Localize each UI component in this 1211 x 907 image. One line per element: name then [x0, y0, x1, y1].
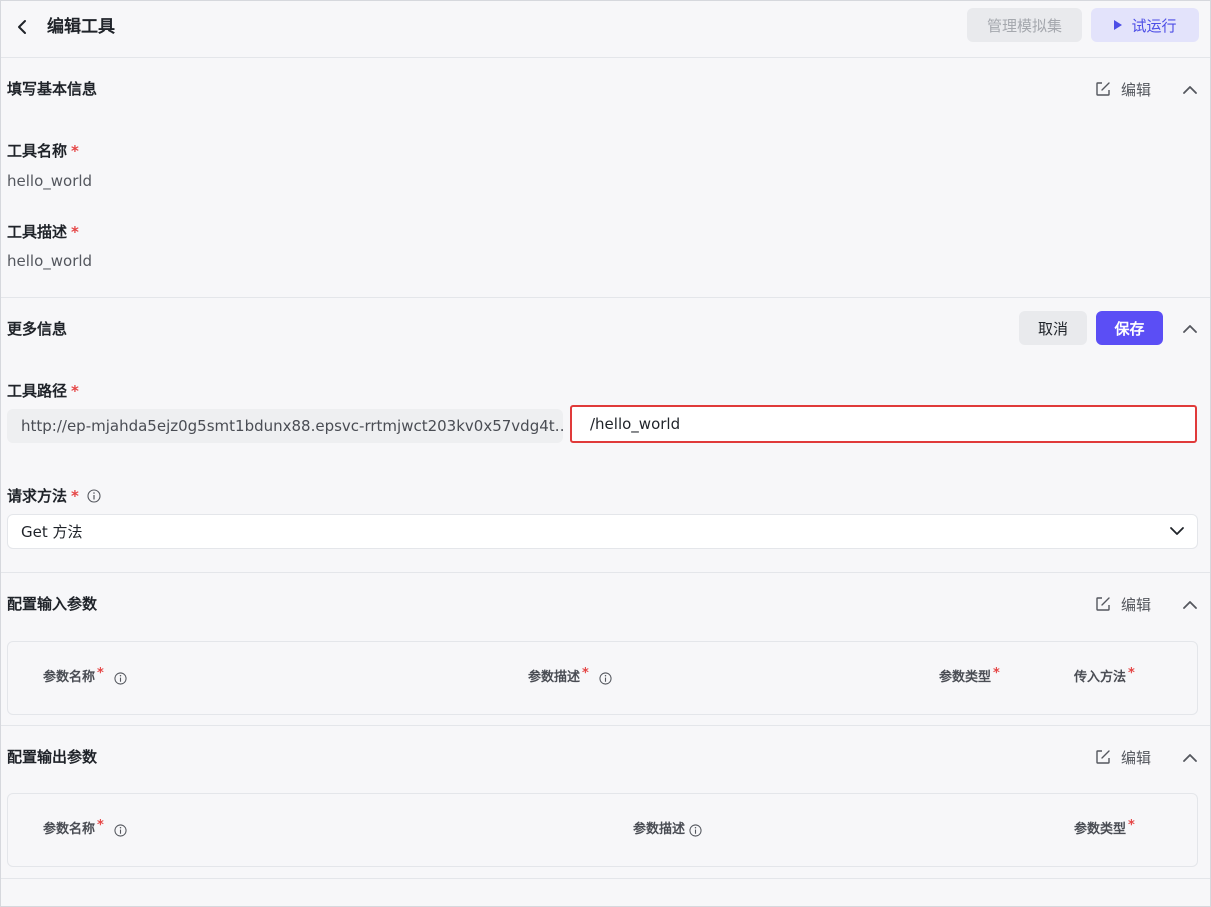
required-mark: * — [71, 487, 79, 505]
cancel-label: 取消 — [1037, 319, 1068, 338]
chevron-up-icon — [1183, 86, 1197, 94]
required-mark: * — [97, 666, 104, 681]
output-params-table: 参数名称 * 参数描述 参数类型 * — [7, 793, 1198, 867]
tool-name-label-text: 工具名称 — [7, 142, 68, 160]
basic-info-edit-button[interactable]: 编辑 — [1095, 79, 1151, 99]
basic-info-title: 填写基本信息 — [7, 80, 98, 98]
input-params-edit-button[interactable]: 编辑 — [1095, 594, 1151, 614]
input-params-table: 参数名称 * 参数描述 * 参数类型 * 传入方法 * — [7, 641, 1198, 715]
cancel-button[interactable]: 取消 — [1019, 311, 1087, 345]
info-icon[interactable] — [689, 823, 702, 837]
request-method-label-text: 请求方法 — [7, 487, 68, 505]
tool-path-input[interactable] — [570, 405, 1197, 443]
section-divider — [1, 572, 1210, 573]
column-header-param-type: 参数类型 * — [939, 666, 1000, 687]
manage-mock-set-button[interactable]: 管理模拟集 — [967, 8, 1082, 42]
tool-name-value: hello_world — [7, 172, 93, 190]
request-method-select[interactable]: Get 方法 — [7, 514, 1198, 549]
column-header-param-name: 参数名称 * — [43, 818, 127, 839]
output-params-title: 配置输出参数 — [7, 748, 98, 766]
tool-path-label-text: 工具路径 — [7, 382, 68, 400]
more-info-title: 更多信息 — [7, 320, 68, 338]
url-prefix-display: http://ep-mjahda5ejz0g5smt1bdunx88.epsvc… — [7, 409, 563, 443]
column-header-param-desc: 参数描述 — [633, 821, 702, 839]
required-mark: * — [97, 818, 104, 833]
section-divider — [1, 297, 1210, 298]
manage-mock-set-label: 管理模拟集 — [986, 16, 1062, 35]
tool-desc-label-text: 工具描述 — [7, 223, 68, 241]
output-params-collapse-button[interactable] — [1180, 748, 1200, 768]
edit-icon — [1096, 82, 1110, 96]
required-mark: * — [71, 223, 79, 241]
tool-path-label: 工具路径 * — [7, 381, 79, 401]
column-header-label: 参数类型 — [1074, 822, 1127, 837]
column-header-pass-method: 传入方法 * — [1074, 666, 1135, 687]
required-mark: * — [993, 666, 1000, 681]
input-params-title: 配置输入参数 — [7, 595, 98, 613]
chevron-up-icon — [1183, 325, 1197, 333]
chevron-up-icon — [1183, 601, 1197, 609]
output-params-edit-label: 编辑 — [1121, 748, 1152, 767]
chevron-left-icon — [18, 20, 26, 34]
tool-name-label: 工具名称 * — [7, 141, 79, 161]
required-mark: * — [71, 142, 79, 160]
required-mark: * — [1128, 818, 1135, 833]
request-method-value: Get 方法 — [21, 523, 83, 541]
save-label: 保存 — [1114, 319, 1145, 338]
column-header-label: 参数类型 — [939, 670, 992, 685]
tool-editor-page: 编辑工具 管理模拟集 试运行 填写基本信息 编辑 工具名称 * hello_wo… — [0, 0, 1211, 907]
edit-icon — [1096, 597, 1110, 611]
basic-info-edit-label: 编辑 — [1121, 80, 1152, 99]
trial-run-label: 试运行 — [1131, 16, 1177, 35]
back-button[interactable] — [11, 15, 33, 39]
column-header-label: 参数描述 — [633, 822, 686, 837]
chevron-down-icon — [1170, 527, 1184, 535]
page-title: 编辑工具 — [47, 17, 115, 37]
required-mark: * — [71, 382, 79, 400]
edit-icon — [1096, 750, 1110, 764]
info-icon[interactable] — [114, 671, 127, 685]
tool-desc-label: 工具描述 * — [7, 222, 79, 242]
info-icon[interactable] — [599, 671, 612, 685]
basic-info-collapse-button[interactable] — [1180, 80, 1200, 100]
column-header-label: 参数名称 — [43, 670, 96, 685]
more-info-collapse-button[interactable] — [1180, 319, 1200, 339]
section-divider — [1, 725, 1210, 726]
column-header-param-type: 参数类型 * — [1074, 818, 1135, 839]
column-header-param-desc: 参数描述 * — [528, 666, 612, 687]
top-bar: 编辑工具 管理模拟集 试运行 — [1, 1, 1210, 58]
save-button[interactable]: 保存 — [1096, 311, 1163, 345]
request-method-label: 请求方法 * — [7, 486, 101, 506]
column-header-label: 传入方法 — [1074, 670, 1127, 685]
section-divider — [1, 878, 1210, 879]
input-params-collapse-button[interactable] — [1180, 595, 1200, 615]
required-mark: * — [582, 666, 589, 681]
chevron-up-icon — [1183, 754, 1197, 762]
input-params-edit-label: 编辑 — [1121, 595, 1152, 614]
play-icon — [1114, 20, 1123, 30]
trial-run-button[interactable]: 试运行 — [1091, 8, 1199, 42]
required-mark: * — [1128, 666, 1135, 681]
output-params-edit-button[interactable]: 编辑 — [1095, 747, 1151, 767]
column-header-label: 参数名称 — [43, 822, 96, 837]
info-icon[interactable] — [87, 489, 101, 503]
column-header-label: 参数描述 — [528, 670, 581, 685]
tool-desc-value: hello_world — [7, 252, 93, 270]
info-icon[interactable] — [114, 823, 127, 837]
column-header-param-name: 参数名称 * — [43, 666, 127, 687]
